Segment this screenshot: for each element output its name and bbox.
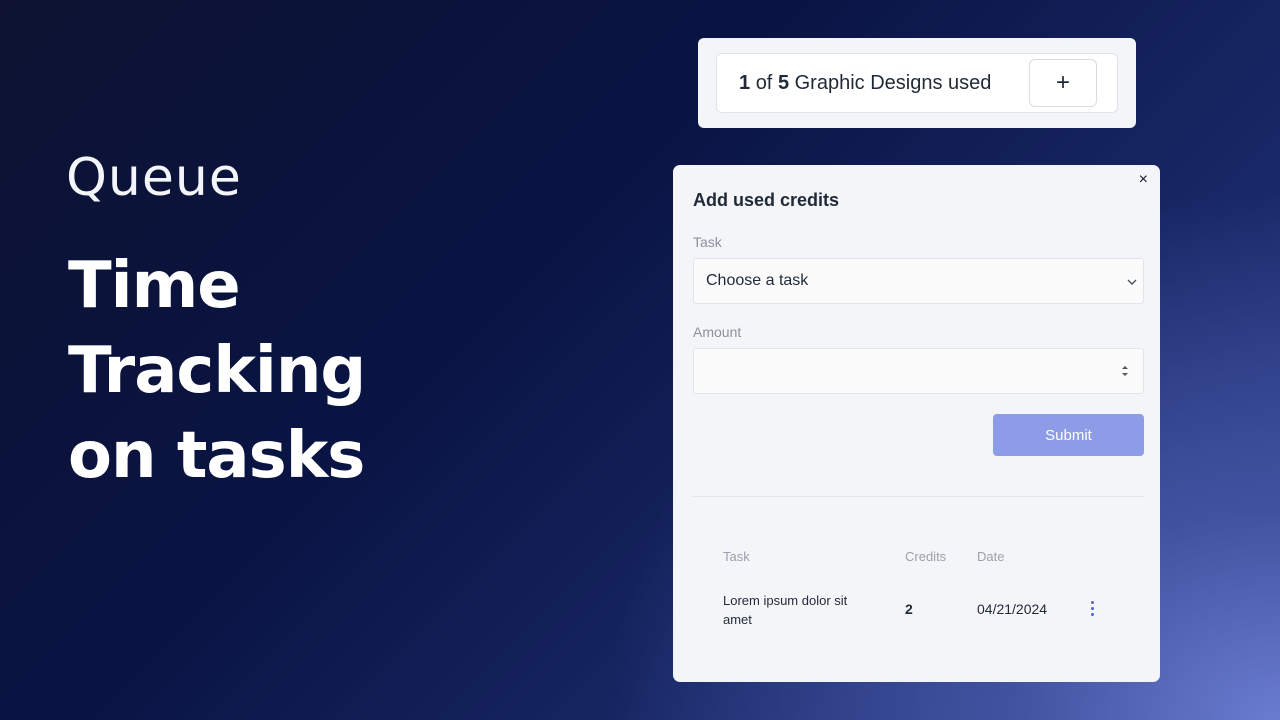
submit-button[interactable]: Submit [993, 414, 1144, 456]
credits-counter-card: 1 of 5 Graphic Designs used + [698, 38, 1136, 128]
column-header-credits: Credits [905, 549, 947, 564]
table-row: Lorem ipsum dolor sit amet 2 04/21/2024 [693, 577, 1144, 647]
headline-line-3: on tasks [68, 419, 365, 493]
credits-total-count: 5 [777, 71, 790, 94]
credits-usage-label: Graphic Designs used [794, 71, 992, 94]
divider [693, 496, 1144, 497]
amount-input[interactable] [693, 348, 1144, 394]
modal-title: Add used credits [693, 190, 840, 210]
headline-line-1: Time [68, 249, 241, 323]
plus-icon: + [1055, 69, 1070, 96]
column-header-task: Task [723, 549, 750, 564]
headline: Time Tracking on tasks [68, 244, 366, 499]
more-options-icon[interactable] [1091, 599, 1094, 617]
credits-used-count: 1 [739, 71, 751, 94]
chevron-down-icon [1127, 274, 1137, 288]
row-date: 04/21/2024 [977, 601, 1048, 617]
number-spinner-icon[interactable] [1121, 364, 1129, 378]
credits-of-word: of [755, 71, 773, 94]
brand: Queue [66, 148, 242, 208]
row-credits: 2 [905, 601, 913, 617]
add-used-credits-modal: × Add used credits Task Choose a task Am… [673, 165, 1160, 682]
close-icon[interactable]: × [1139, 172, 1148, 188]
credits-counter: 1 of 5 Graphic Designs used + [716, 53, 1118, 113]
task-field-label: Task [693, 234, 722, 250]
task-select-value: Choose a task [706, 272, 809, 289]
amount-field-label: Amount [693, 324, 742, 340]
row-task-name: Lorem ipsum dolor sit amet [723, 593, 848, 627]
credits-usage-text: 1 of 5 Graphic Designs used [739, 72, 991, 95]
headline-line-2: Tracking [68, 334, 366, 408]
table-header: Task Credits Date [693, 537, 1144, 577]
queue-logo: Queue [66, 148, 242, 208]
task-select[interactable]: Choose a task [693, 258, 1144, 304]
column-header-date: Date [977, 549, 1005, 564]
add-credits-button[interactable]: + [1029, 59, 1097, 107]
